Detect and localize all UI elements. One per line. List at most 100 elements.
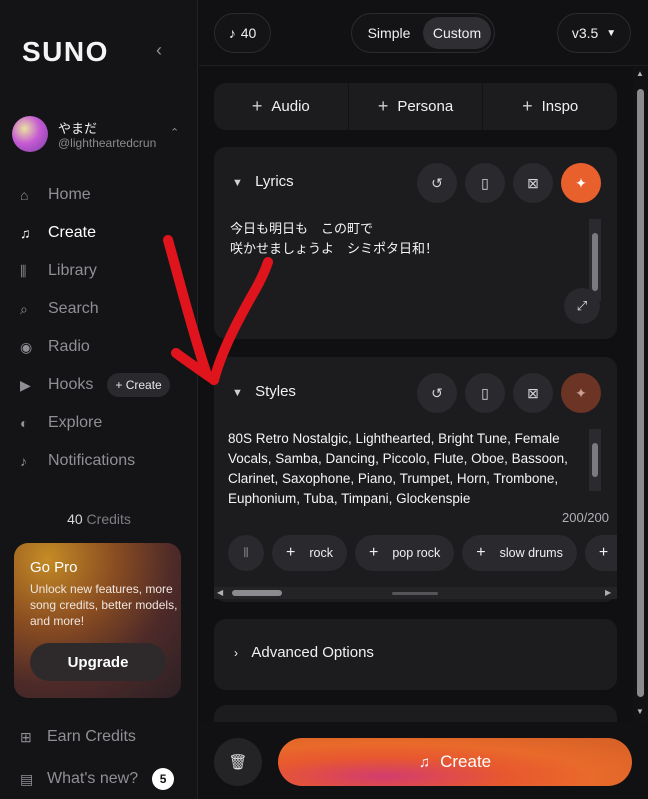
- sidebar-item-label: Create: [48, 224, 97, 241]
- clear-lyrics-button[interactable]: ⊠: [513, 163, 553, 203]
- scroll-left-icon[interactable]: ◀: [217, 587, 223, 599]
- mode-custom-button[interactable]: Custom: [423, 17, 491, 49]
- tag-library-button[interactable]: ⫼: [228, 535, 264, 571]
- next-card: [214, 705, 617, 722]
- credits-pill-value: 40: [240, 25, 257, 41]
- sidebar-item-label: Search: [48, 300, 99, 317]
- undo-button[interactable]: ↺: [417, 163, 457, 203]
- sidebar-item-search[interactable]: ⌕ Search: [20, 290, 190, 328]
- clear-all-button[interactable]: 🗑: [214, 738, 262, 786]
- bell-icon: ♪: [20, 453, 27, 469]
- save-lyrics-button[interactable]: ▯: [465, 163, 505, 203]
- profile-name: やまだ: [58, 121, 98, 136]
- version-label: v3.5: [571, 25, 599, 41]
- create-button[interactable]: ♫ Create: [278, 738, 632, 786]
- upgrade-button[interactable]: Upgrade: [30, 643, 166, 681]
- tag-label: rock: [309, 546, 333, 560]
- library-icon: ⫼: [20, 262, 27, 279]
- lyrics-card: ▼ Lyrics ↺ ▯ ⊠ ✦ 今日も明日も この町で 咲かせましょうよ シミ…: [214, 147, 617, 339]
- caret-down-icon: ▼: [606, 27, 617, 39]
- sidebar-item-notifications[interactable]: ♪ Notifications: [20, 442, 190, 480]
- sidebar: SUNO ‹ やまだ @lightheartedcrun ⌃ ⌂ Home ♫ …: [0, 0, 198, 799]
- generate-lyrics-button[interactable]: ✦: [561, 163, 601, 203]
- scroll-down-icon[interactable]: ▼: [636, 707, 644, 716]
- plus-icon: +: [522, 96, 533, 116]
- earn-credits-link[interactable]: ⊞ Earn Credits: [20, 716, 190, 758]
- plus-icon: +: [286, 544, 296, 561]
- scroll-thumb[interactable]: [592, 443, 598, 477]
- sidebar-item-radio[interactable]: ◉ Radio: [20, 328, 190, 366]
- advanced-options-header[interactable]: › Advanced Options: [234, 644, 374, 661]
- radio-icon: ◉: [20, 338, 33, 355]
- scroll-up-icon[interactable]: ▲: [636, 69, 644, 78]
- add-inspo-label: Inspo: [541, 98, 579, 115]
- gift-icon: ⊞: [20, 728, 32, 745]
- save-style-button[interactable]: ▯: [465, 373, 505, 413]
- version-select[interactable]: v3.5 ▼: [557, 13, 631, 53]
- mode-toggle: Simple Custom: [351, 13, 495, 53]
- advanced-options-card[interactable]: › Advanced Options: [214, 619, 617, 690]
- undo-button[interactable]: ↺: [417, 373, 457, 413]
- lyrics-textarea[interactable]: 今日も明日も この町で 咲かせましょうよ シミポタ日和！: [230, 219, 580, 259]
- search-icon: ⌕: [20, 300, 28, 317]
- hooks-create-button[interactable]: + Create: [107, 373, 170, 397]
- sidebar-nav: ⌂ Home ♫ Create ⫼ Library ⌕ Search ◉ Rad…: [20, 176, 190, 480]
- scroll-thumb[interactable]: [592, 233, 598, 291]
- whats-new-badge: 5: [152, 768, 175, 790]
- create-label: Create: [440, 752, 492, 771]
- generate-styles-button[interactable]: ✦: [561, 373, 601, 413]
- tag-partial[interactable]: +sl: [584, 535, 617, 571]
- sidebar-item-hooks[interactable]: ▶ Hooks + Create: [20, 366, 190, 404]
- go-pro-card: Go Pro Unlock new features, more song cr…: [14, 543, 181, 698]
- add-persona-label: Persona: [397, 98, 454, 115]
- lyrics-scrollbar[interactable]: [589, 219, 601, 301]
- plus-icon: +: [251, 96, 263, 116]
- tag-rock[interactable]: + rock: [272, 535, 347, 571]
- collapse-sidebar-icon[interactable]: ‹: [156, 40, 162, 61]
- magic-wand-icon: ✦: [575, 384, 587, 401]
- sidebar-item-create[interactable]: ♫ Create: [20, 214, 190, 252]
- add-persona-button[interactable]: + Persona: [349, 83, 484, 130]
- compass-icon: ◐: [20, 415, 29, 431]
- sidebar-item-home[interactable]: ⌂ Home: [20, 176, 190, 214]
- add-audio-button[interactable]: + Audio: [214, 83, 349, 130]
- sidebar-item-explore[interactable]: ◐ Explore: [20, 404, 190, 442]
- sidebar-item-label: Library: [48, 262, 97, 279]
- sidebar-bottom-links: ⊞ Earn Credits ▤ What's new? 5: [20, 716, 190, 799]
- clear-styles-button[interactable]: ⊠: [513, 373, 553, 413]
- bookmark-icon: ▯: [481, 174, 489, 191]
- styles-header[interactable]: ▼ Styles: [232, 383, 296, 400]
- tag-label: slow drums: [499, 546, 563, 560]
- tag-pop-rock[interactable]: + pop rock: [354, 535, 455, 571]
- sidebar-item-label: Hooks: [48, 376, 94, 393]
- suno-logo[interactable]: SUNO: [22, 36, 109, 68]
- credits-pill[interactable]: ♪ 40: [214, 13, 271, 53]
- music-note-icon: ♫: [20, 225, 31, 241]
- advanced-options-title: Advanced Options: [251, 644, 374, 661]
- whats-new-link[interactable]: ▤ What's new? 5: [20, 758, 190, 799]
- expand-button[interactable]: ⤢: [564, 288, 600, 324]
- tags-scrollbar[interactable]: ◀ ▶: [214, 587, 617, 599]
- profile-menu[interactable]: やまだ @lightheartedcrun ⌃: [12, 116, 188, 154]
- clear-icon: ⊠: [527, 384, 539, 401]
- top-bar: ♪ 40 Simple Custom v3.5 ▼: [199, 0, 648, 66]
- footer-bar: 🗑 ♫ Create: [199, 722, 648, 799]
- credits-amount: 40: [67, 511, 83, 527]
- go-pro-title: Go Pro: [30, 559, 78, 576]
- chevron-down-icon: ▼: [232, 387, 243, 399]
- scroll-thumb[interactable]: [232, 590, 282, 596]
- mode-simple-button[interactable]: Simple: [355, 17, 423, 49]
- scroll-right-icon[interactable]: ▶: [605, 587, 611, 599]
- lyrics-header[interactable]: ▼ Lyrics: [232, 173, 294, 190]
- chevron-right-icon: ›: [234, 646, 238, 660]
- tag-slow-drums[interactable]: + slow drums: [462, 535, 577, 571]
- styles-scrollbar[interactable]: [589, 429, 601, 491]
- plus-icon: +: [368, 544, 379, 561]
- scroll-thumb[interactable]: [637, 89, 644, 697]
- page-scrollbar[interactable]: ▲ ▼: [633, 67, 648, 722]
- add-inspo-button[interactable]: + Inspo: [483, 83, 617, 130]
- scroll-grip: [392, 592, 438, 595]
- styles-textarea[interactable]: 80S Retro Nostalgic, Lighthearted, Brigh…: [228, 429, 580, 509]
- sidebar-item-library[interactable]: ⫼ Library: [20, 252, 190, 290]
- create-form[interactable]: + Audio + Persona + Inspo ▼ Lyrics ↺ ▯ ⊠…: [199, 67, 633, 722]
